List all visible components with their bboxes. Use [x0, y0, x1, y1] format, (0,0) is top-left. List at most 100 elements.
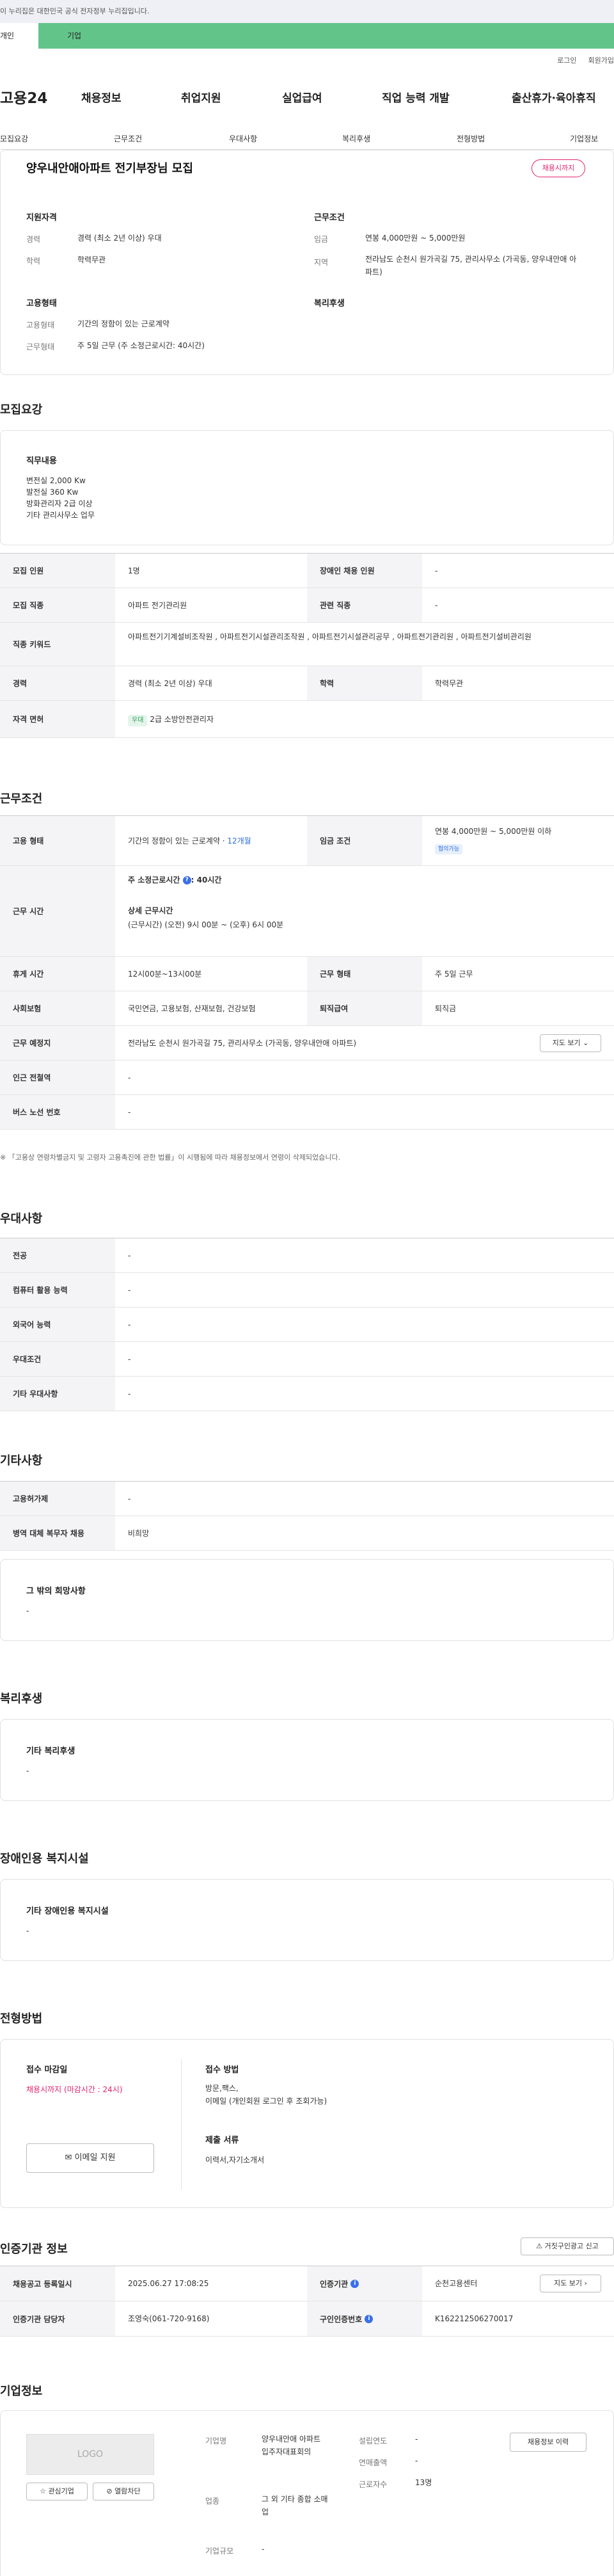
- pref-title: 우대사항: [0, 1212, 43, 1226]
- gnb-item-unemployment-benefit[interactable]: 실업급여: [282, 89, 322, 105]
- block-view-button[interactable]: ⊘ 열람차단: [93, 2483, 154, 2500]
- tab-company[interactable]: 기업: [38, 23, 614, 49]
- duty-line: 발전실 360 Kw: [26, 488, 79, 497]
- language-value: -: [128, 1320, 131, 1329]
- job-value: 아파트 전기관리원: [128, 601, 187, 610]
- gnb-item-employment-support[interactable]: 취업지원: [181, 89, 221, 105]
- block-label: 열람차단: [114, 2487, 141, 2495]
- work-table: 고용 형태 기간의 정함이 있는 근로계약 · 12개월 임금 조건 연봉 4,…: [0, 815, 614, 1162]
- table-row: 휴게 시간 12시00분~13시00분 근무 형태 주 5일 근무: [0, 957, 614, 991]
- map-button[interactable]: 지도 보기 ⌄: [540, 1034, 601, 1052]
- permit-value: -: [128, 1494, 131, 1503]
- table-row: 고용 형태 기간의 정함이 있는 근로계약 · 12개월 임금 조건 연봉 4,…: [0, 816, 614, 866]
- disab-value: -: [26, 1926, 29, 1935]
- welfare-value: -: [26, 1766, 29, 1775]
- anchor-recruit[interactable]: 모집요강: [0, 133, 28, 144]
- edu-value: 학력무관: [435, 679, 464, 688]
- workform-label: 근무 형태: [307, 957, 422, 991]
- docs-value: 이력서,자기소개서: [205, 2156, 265, 2164]
- selection-box: 접수 마감일 채용시까지 (마감시간 : 24시) ✉ 이메일 지원 접수 방법…: [0, 2039, 614, 2208]
- workform-value: 주 5일 근무: [435, 970, 473, 979]
- table-row: 인근 전철역 -: [0, 1060, 614, 1095]
- region-value: 전라남도 순천시 원가곡길 75, 관리사무소 (가곡동, 양우내안애 아파트): [365, 255, 577, 276]
- career-value: 경력 (최소 2년 이상) 우대: [128, 679, 212, 688]
- founded-label: 설립연도: [359, 2436, 388, 2445]
- count-label: 모집 인원: [0, 554, 115, 588]
- bus-value: -: [128, 1108, 131, 1117]
- emp-value: 기간의 정함이 있는 근로계약 · 12개월: [128, 833, 251, 849]
- login-link[interactable]: 로그인: [557, 56, 576, 65]
- tab-personal[interactable]: 개인: [0, 23, 38, 49]
- manager-value: 조영숙(061-720-9168): [128, 2314, 210, 2323]
- table-row: 자격 면허 우대 2급 소방안전관리자: [0, 701, 614, 738]
- severance-value: 퇴직금: [435, 1004, 457, 1013]
- site-logo[interactable]: 고용24: [0, 86, 70, 108]
- other-wish-value: -: [26, 1606, 29, 1615]
- org-map-label: 지도 보기: [554, 2279, 583, 2287]
- etc-title: 기타사항: [0, 1454, 43, 1468]
- sales-value: -: [415, 2456, 418, 2465]
- wage-label: 임금: [314, 235, 329, 244]
- region-label: 지역: [314, 258, 329, 267]
- table-row: 기타 우대사항 -: [0, 1377, 614, 1411]
- language-label: 외국어 능력: [0, 1308, 115, 1341]
- table-row: 병역 대체 복무자 채용 비희망: [0, 1516, 614, 1551]
- anchor-welfare[interactable]: 복리후생: [342, 133, 370, 144]
- military-label: 병역 대체 복무자 채용: [0, 1516, 115, 1550]
- insurance-value: 국민연금, 고용보험, 산재보험, 건강보험: [128, 1004, 256, 1013]
- table-row: 전공 -: [0, 1238, 614, 1273]
- table-row: 고용허가제 -: [0, 1482, 614, 1516]
- deadline-badge: 채용시까지: [531, 159, 585, 177]
- cert-no-label: 구인인증번호 i: [307, 2301, 422, 2336]
- anchor-selection[interactable]: 전형방법: [457, 133, 485, 144]
- detail-hours-heading: 상세 근무시간: [128, 906, 173, 915]
- other-wish-box: 그 밖의 희망사항 -: [0, 1559, 614, 1641]
- wage-cond-value: 연봉 4,000만원 ~ 5,000만원 이하: [435, 827, 552, 836]
- rest-label: 휴게 시간: [0, 957, 115, 991]
- career-label: 경력: [0, 666, 115, 700]
- hiring-history-button[interactable]: 채용정보 이력: [510, 2433, 586, 2452]
- duty-line: 변전실 2,000 Kw: [26, 476, 86, 485]
- emp-type-text: 기간의 정함이 있는 근로계약 ·: [128, 836, 228, 845]
- career-label: 경력: [26, 235, 41, 244]
- welfare-heading: 기타 복리후생: [26, 1747, 75, 1756]
- company-title: 기업정보: [0, 2385, 43, 2398]
- permit-label: 고용허가제: [0, 1482, 115, 1516]
- emp-label: 고용 형태: [0, 816, 115, 865]
- info-icon[interactable]: i: [350, 2279, 359, 2288]
- gnb-item-jobs[interactable]: 채용정보: [81, 89, 122, 105]
- chevron-right-icon: ›: [584, 2279, 587, 2287]
- org-label: 인증기관 i: [307, 2266, 422, 2301]
- table-row: 사회보험 국민연금, 고용보험, 산재보험, 건강보험 퇴직급여 퇴직금: [0, 991, 614, 1026]
- edu-label: 학력: [307, 666, 422, 700]
- join-link[interactable]: 회원가입: [588, 56, 614, 65]
- anchor-work-conditions[interactable]: 근무조건: [114, 133, 142, 144]
- info-icon[interactable]: ?: [182, 876, 191, 884]
- age-note: ※ 「고용상 연령차별금지 및 고령자 고용촉진에 관한 법률」이 시행됨에 따…: [0, 1153, 341, 1162]
- recruit-title: 모집요강: [0, 403, 43, 417]
- table-row: 근무 시간 주 소정근로시간 ?: 40시간 상세 근무시간 (근무시간) (오…: [0, 866, 614, 957]
- gnb-item-parental-leave[interactable]: 출산휴가·육아휴직: [512, 89, 596, 105]
- method-heading: 접수 방법: [205, 2065, 239, 2075]
- anchor-company[interactable]: 기업정보: [570, 133, 598, 144]
- table-row: 버스 노선 번호 -: [0, 1095, 614, 1130]
- favorite-company-button[interactable]: ☆ 관심기업: [26, 2483, 88, 2500]
- company-size-value: -: [262, 2545, 265, 2554]
- edu-label: 학력: [26, 257, 41, 266]
- report-fake-ad-button[interactable]: ⚠ 거짓구인광고 신고: [521, 2237, 614, 2255]
- cert-title: 인증기관 정보: [0, 2243, 68, 2256]
- org-map-button[interactable]: 지도 보기 ›: [540, 2275, 601, 2292]
- global-nav: 고용24 채용정보 취업지원 실업급여 직업 능력 개발 출산휴가·육아휴직: [0, 81, 614, 113]
- map-button-label: 지도 보기: [552, 1039, 581, 1047]
- gnb-item-vocational-training[interactable]: 직업 능력 개발: [382, 89, 450, 105]
- anchor-preference[interactable]: 우대사항: [229, 133, 257, 144]
- docs-heading: 제출 서류: [205, 2136, 239, 2145]
- gov-notice-text: 이 누리집은 대한민국 공식 전자정부 누리집입니다.: [0, 7, 150, 15]
- table-row: 채용공고 등록일시 2025.06.27 17:08:25 인증기관 i 순천고…: [0, 2266, 614, 2301]
- sales-label: 연매출액: [359, 2458, 388, 2467]
- job-title: 양우내안애아파트 전기부장님 모집: [26, 162, 193, 175]
- table-row: 모집 직종 아파트 전기관리원 관련 직종 -: [0, 588, 614, 623]
- email-apply-button[interactable]: ✉ 이메일 지원: [26, 2143, 154, 2173]
- info-icon[interactable]: i: [365, 2314, 374, 2323]
- other-pref-value: -: [128, 1389, 131, 1398]
